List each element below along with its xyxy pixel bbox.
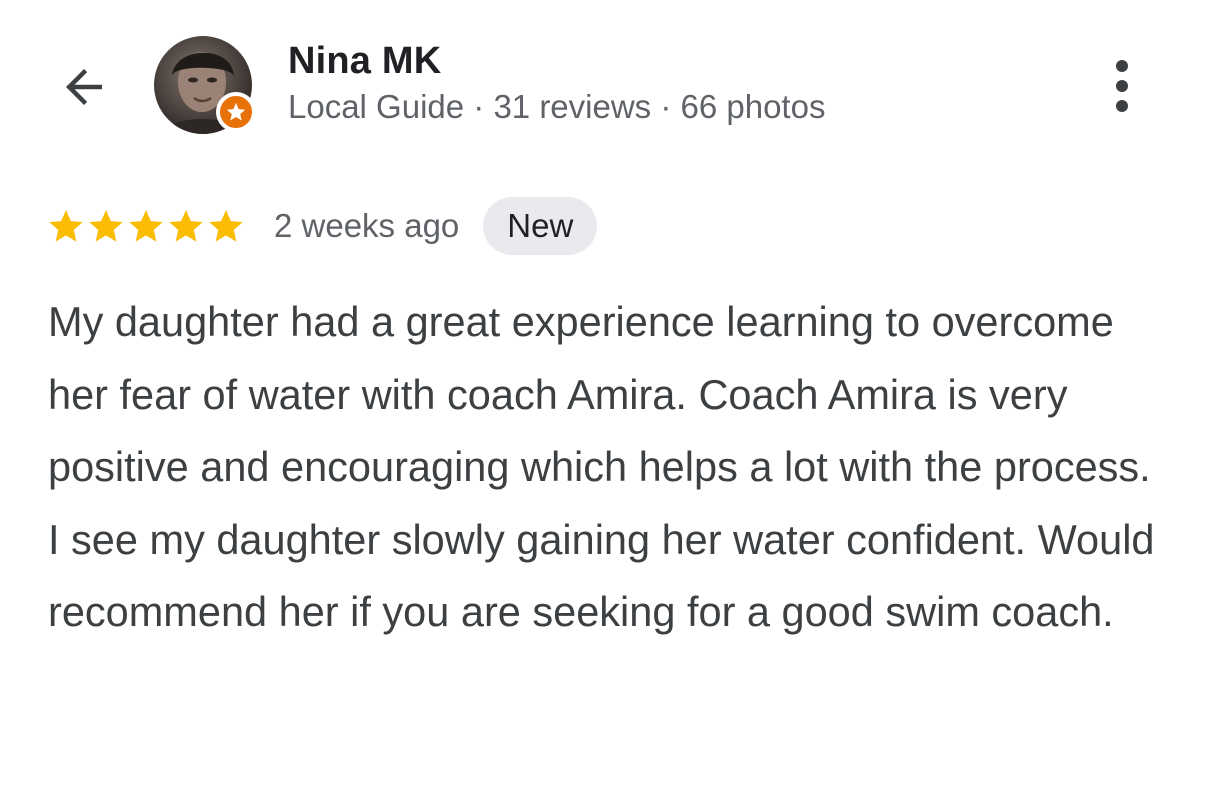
star-icon [49, 210, 83, 242]
reviewer-meta: Local Guide · 31 reviews · 66 photos [288, 88, 826, 125]
rating-row: 2 weeks ago New [46, 196, 598, 256]
arrow-left-icon [66, 69, 102, 105]
star-icon [209, 210, 243, 242]
review-detail-screen: Nina MK Local Guide · 31 reviews · 66 ph… [0, 0, 1206, 807]
more-vertical-icon-dot [1116, 100, 1128, 112]
star-icon [169, 210, 203, 242]
review-time: 2 weeks ago [274, 207, 460, 244]
reviewer-name[interactable]: Nina MK [288, 40, 441, 83]
star-icon [89, 210, 123, 242]
more-vertical-icon-dot [1116, 80, 1128, 92]
more-options-button[interactable] [1092, 56, 1152, 116]
local-guide-badge [216, 92, 256, 132]
more-vertical-icon [1116, 60, 1128, 72]
back-button[interactable] [52, 55, 116, 119]
star-rating [46, 206, 246, 246]
star-icon [129, 210, 163, 242]
star-badge-icon [226, 102, 246, 121]
review-text: My daughter had a great experience learn… [48, 298, 1155, 635]
avatar[interactable] [154, 36, 256, 134]
new-badge: New [483, 197, 598, 255]
